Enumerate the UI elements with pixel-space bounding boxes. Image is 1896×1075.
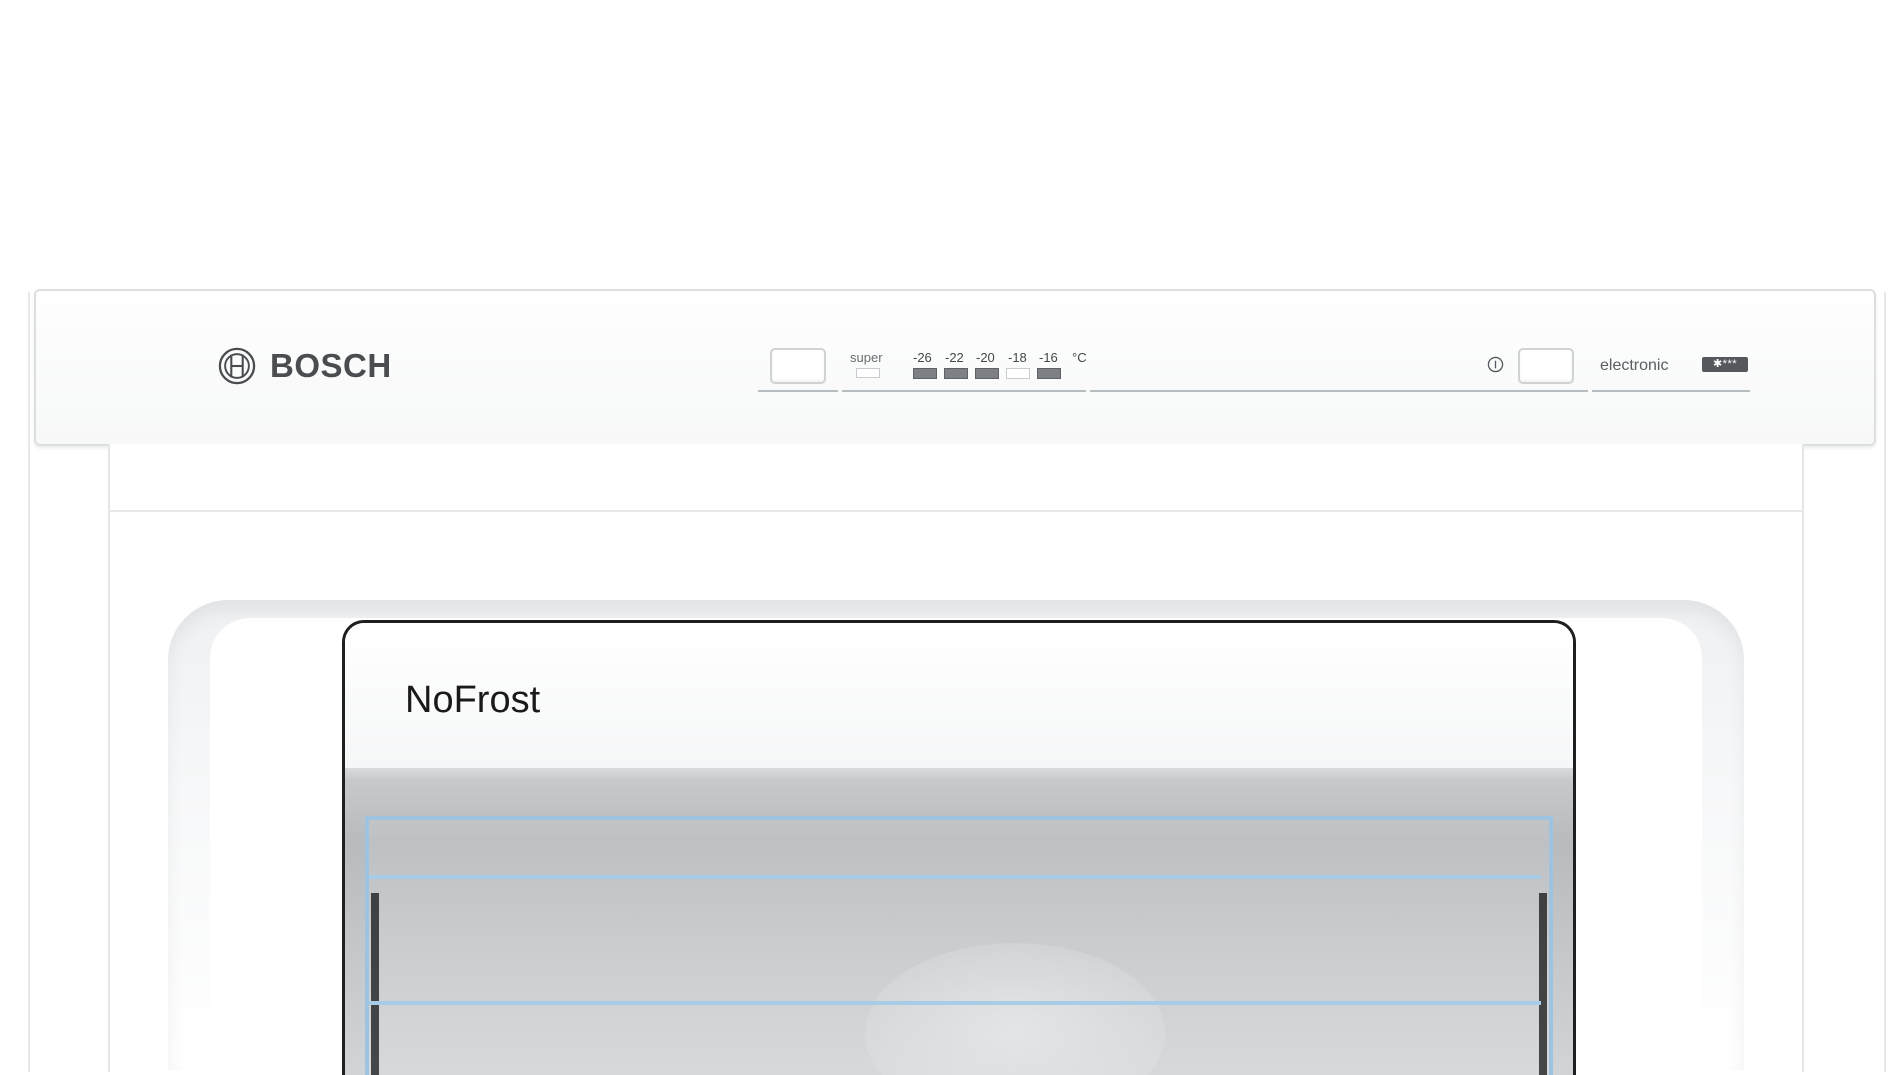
panel-divider <box>1090 390 1588 392</box>
brand: BOSCH <box>218 346 392 386</box>
nofrost-label: NoFrost <box>405 679 541 721</box>
temp-unit-label: °C <box>1072 350 1087 365</box>
basket-rail <box>369 875 1541 879</box>
panel-divider <box>842 390 1086 392</box>
super-label: super <box>850 350 883 365</box>
door-top-trim <box>108 444 1804 512</box>
basket-rail <box>369 1001 1541 1005</box>
transparent-basket[interactable] <box>365 816 1553 1075</box>
temp-label-minus-22: -22 <box>945 350 964 365</box>
temp-label-minus-26: -26 <box>913 350 932 365</box>
temp-led-minus-18 <box>1006 368 1030 379</box>
drawer-lip <box>345 768 1573 782</box>
temp-led-minus-16 <box>1037 368 1061 379</box>
panel-divider <box>1592 390 1750 392</box>
temp-led-minus-22 <box>944 368 968 379</box>
bosch-logo-icon <box>218 347 256 385</box>
freezer-drawer[interactable]: NoFrost <box>342 620 1576 1075</box>
super-freeze-button[interactable] <box>770 348 826 384</box>
panel-divider <box>758 390 838 392</box>
brand-name: BOSCH <box>270 347 392 384</box>
temp-label-minus-16: -16 <box>1039 350 1058 365</box>
electronic-label: electronic <box>1600 357 1669 374</box>
temp-led-minus-26 <box>913 368 937 379</box>
super-indicator-led <box>856 368 880 378</box>
star-rating-badge: ✱*** <box>1702 357 1748 372</box>
info-icon <box>1487 356 1504 373</box>
temp-label-minus-20: -20 <box>976 350 995 365</box>
temp-label-minus-18: -18 <box>1008 350 1027 365</box>
alarm-button[interactable] <box>1518 348 1574 384</box>
temp-led-minus-20 <box>975 368 999 379</box>
